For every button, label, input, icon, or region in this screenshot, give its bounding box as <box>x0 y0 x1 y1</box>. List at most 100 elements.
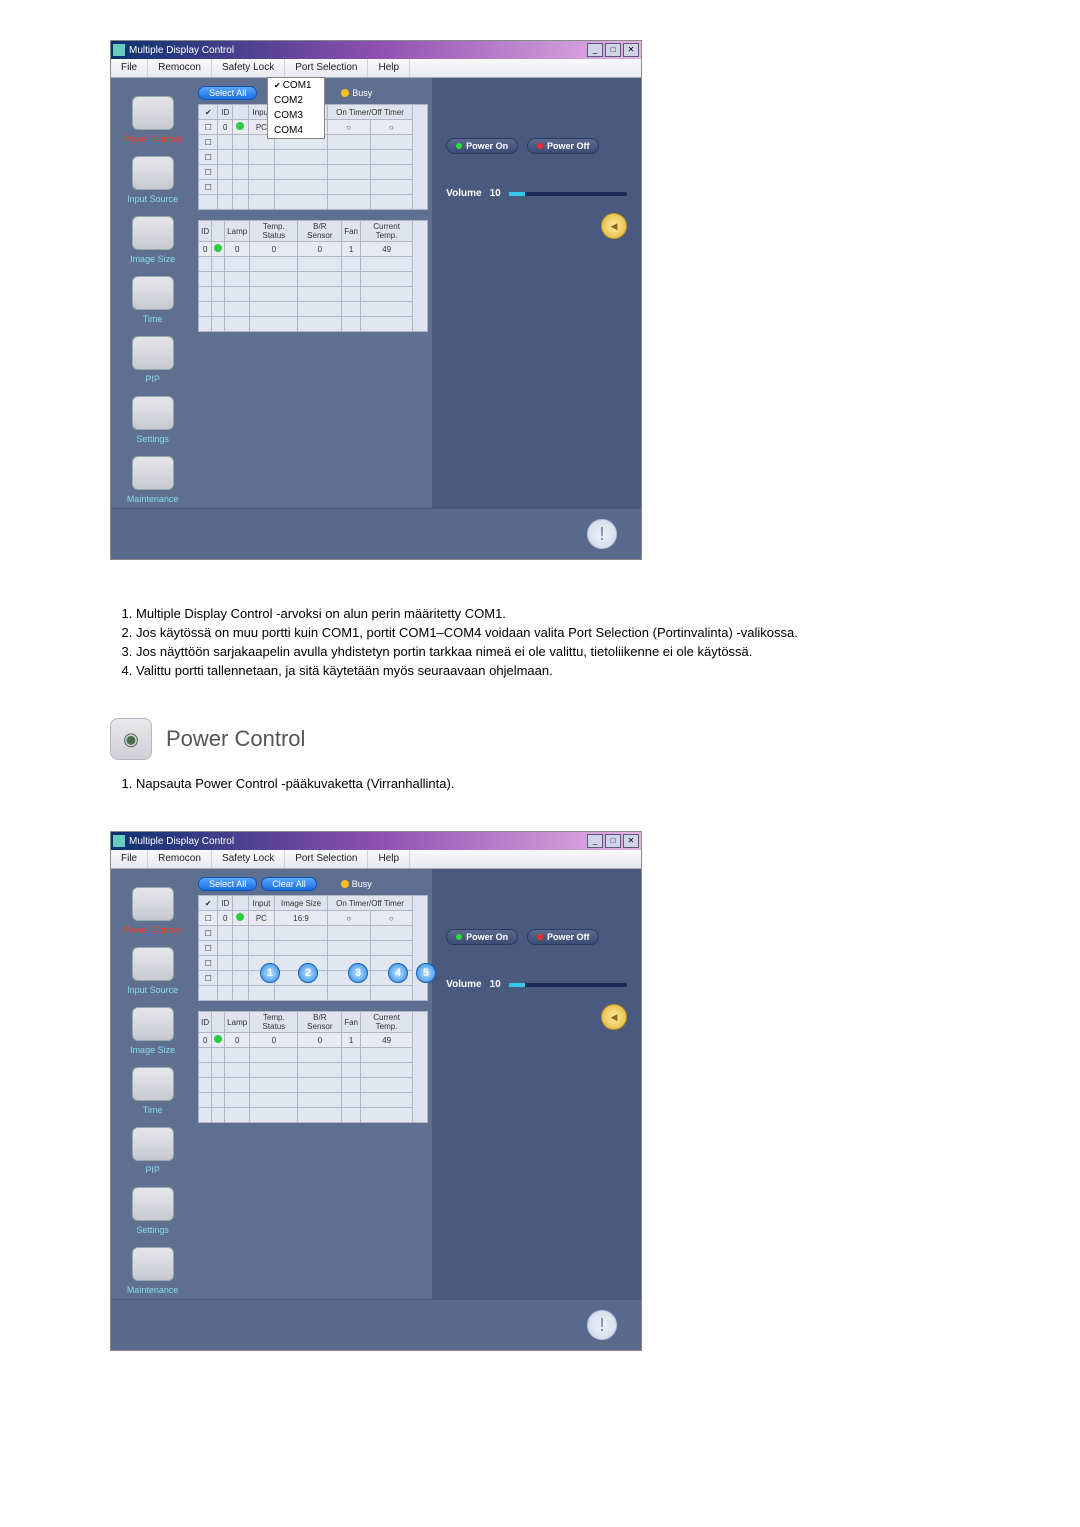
settings-icon[interactable] <box>132 396 174 430</box>
scrollbar[interactable] <box>413 896 428 1001</box>
note-item: Napsauta Power Control -pääkuvaketta (Vi… <box>136 776 970 791</box>
sidebar-item-label: Input Source <box>127 194 178 204</box>
status-dot-icon <box>214 1035 222 1043</box>
col-status <box>233 896 248 911</box>
scrollbar[interactable] <box>413 105 428 210</box>
port-option[interactable]: COM3 <box>268 108 324 123</box>
note-list-1: Multiple Display Control -arvoksi on alu… <box>110 606 970 678</box>
power-off-button[interactable]: Power Off <box>527 138 600 154</box>
port-option[interactable]: COM4 <box>268 123 324 138</box>
table-row: ☐ <box>199 956 428 971</box>
input-source-icon[interactable] <box>132 156 174 190</box>
close-button[interactable]: ✕ <box>623 834 639 848</box>
col-check: ✔ <box>199 105 218 120</box>
sidebar-item-label: Image Size <box>130 254 175 264</box>
port-option[interactable]: ✔COM1 <box>268 78 324 93</box>
table-row <box>199 1108 428 1123</box>
col-timer: On Timer/Off Timer <box>327 896 412 911</box>
volume-slider[interactable] <box>509 192 627 196</box>
scrollbar[interactable] <box>413 221 428 332</box>
scrollbar[interactable] <box>413 1012 428 1123</box>
sidebar-item-label: Input Source <box>127 985 178 995</box>
note-item: Valittu portti tallennetaan, ja sitä käy… <box>136 663 970 678</box>
col-id: ID <box>199 1012 212 1033</box>
sidebar-item-label: Power Control <box>124 925 181 935</box>
power-off-dot-icon <box>537 143 543 149</box>
image-size-icon[interactable] <box>132 1007 174 1041</box>
status-table: ID Lamp Temp. Status B/R Sensor Fan Curr… <box>198 1011 428 1123</box>
power-on-dot-icon <box>456 143 462 149</box>
col-temp-status: Temp. Status <box>250 221 298 242</box>
pip-icon[interactable] <box>132 1127 174 1161</box>
info-icon[interactable]: ! <box>587 1310 617 1340</box>
maximize-button[interactable]: □ <box>605 43 621 57</box>
sidebar-item-label: Settings <box>136 434 169 444</box>
table-row[interactable]: ☐ 0 PC 16:9 ○ ○ <box>199 911 428 926</box>
power-control-icon[interactable] <box>132 96 174 130</box>
table-row[interactable]: 0 0 0 0 1 49 <box>199 1033 428 1048</box>
note-item: Jos käytössä on muu portti kuin COM1, po… <box>136 625 970 640</box>
footer: ! <box>111 508 641 559</box>
minimize-button[interactable]: _ <box>587 43 603 57</box>
settings-icon[interactable] <box>132 1187 174 1221</box>
menu-safety-lock[interactable]: Safety Lock <box>212 59 285 77</box>
control-panel: Power On Power Off Volume 10 <box>432 78 641 508</box>
menu-remocon[interactable]: Remocon <box>148 850 212 868</box>
maximize-button[interactable]: □ <box>605 834 621 848</box>
table-row <box>199 272 428 287</box>
col-status <box>212 1012 225 1033</box>
busy-indicator: Busy <box>341 879 372 889</box>
menu-file[interactable]: File <box>111 59 148 77</box>
speaker-icon[interactable] <box>601 213 627 239</box>
speaker-icon[interactable] <box>601 1004 627 1030</box>
menu-help[interactable]: Help <box>368 59 410 77</box>
info-icon[interactable]: ! <box>587 519 617 549</box>
port-option[interactable]: COM2 <box>268 93 324 108</box>
sidebar: Power Control Input Source Image Size Ti… <box>111 869 194 1299</box>
menu-port-selection[interactable]: Port Selection <box>285 59 368 77</box>
menu-remocon[interactable]: Remocon <box>148 59 212 77</box>
status-dot-icon <box>236 122 244 130</box>
sidebar: Power Control Input Source Image Size Ti… <box>111 78 194 508</box>
menu-port-selection[interactable]: Port Selection <box>285 850 368 868</box>
col-id: ID <box>218 896 233 911</box>
volume-value: 10 <box>490 188 501 199</box>
table-row <box>199 195 428 210</box>
note-item: Multiple Display Control -arvoksi on alu… <box>136 606 970 621</box>
window-title: Multiple Display Control <box>129 836 234 847</box>
app-screenshot-1: Multiple Display Control _ □ ✕ File Remo… <box>110 40 642 590</box>
maintenance-icon[interactable] <box>132 456 174 490</box>
menu-file[interactable]: File <box>111 850 148 868</box>
volume-label: Volume <box>446 979 481 990</box>
table-row[interactable]: 0 0 0 0 1 49 <box>199 242 428 257</box>
table-row <box>199 986 428 1001</box>
volume-value: 10 <box>490 979 501 990</box>
maintenance-icon[interactable] <box>132 1247 174 1281</box>
input-source-icon[interactable] <box>132 947 174 981</box>
power-on-button[interactable]: Power On <box>446 929 518 945</box>
minimize-button[interactable]: _ <box>587 834 603 848</box>
work-area: Select All Clear All Busy ✔ ID Input Ima… <box>194 869 432 1299</box>
menu-safety-lock[interactable]: Safety Lock <box>212 850 285 868</box>
select-all-button[interactable]: Select All <box>198 86 257 100</box>
menu-help[interactable]: Help <box>368 850 410 868</box>
pip-icon[interactable] <box>132 336 174 370</box>
table-row: ☐ <box>199 150 428 165</box>
power-off-button[interactable]: Power Off <box>527 929 600 945</box>
select-all-button[interactable]: Select All <box>198 877 257 891</box>
power-on-button[interactable]: Power On <box>446 138 518 154</box>
image-size-icon[interactable] <box>132 216 174 250</box>
volume-slider[interactable] <box>509 983 627 987</box>
close-button[interactable]: ✕ <box>623 43 639 57</box>
col-fan: Fan <box>342 221 361 242</box>
table-row: ☐ <box>199 180 428 195</box>
time-icon[interactable] <box>132 1067 174 1101</box>
clear-all-button[interactable]: Clear All <box>261 877 317 891</box>
col-br-sensor: B/R Sensor <box>298 221 342 242</box>
time-icon[interactable] <box>132 276 174 310</box>
col-status <box>212 221 225 242</box>
sidebar-item-label: PIP <box>145 1165 160 1175</box>
power-control-icon[interactable] <box>132 887 174 921</box>
table-row: ☐ <box>199 926 428 941</box>
col-image-size: Image Size <box>275 896 328 911</box>
